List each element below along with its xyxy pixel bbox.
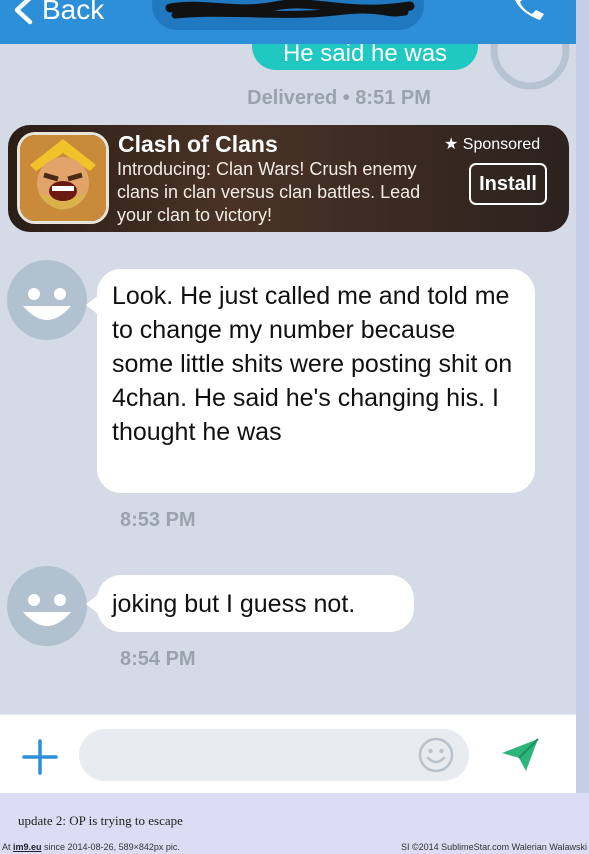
redaction-scribble <box>165 0 415 19</box>
clash-of-clans-icon <box>17 132 109 224</box>
avatar-icon <box>490 44 570 90</box>
footer-bar: At im9.eu since 2014-08-26, 589×842px pi… <box>0 842 589 854</box>
back-label: Back <box>42 0 105 25</box>
back-button[interactable]: Back <box>12 0 104 30</box>
plus-icon[interactable] <box>22 739 58 775</box>
avatar-icon <box>7 566 87 646</box>
site-link[interactable]: im9.eu <box>13 842 42 852</box>
top-nav-bar: Back <box>0 0 576 44</box>
smiley-icon[interactable] <box>418 737 454 773</box>
bubble-tail <box>86 294 100 316</box>
sponsored-ad-banner[interactable]: Clash of Clans Introducing: Clan Wars! C… <box>8 125 569 232</box>
received-message-text: joking but I guess not. <box>112 590 356 618</box>
received-message-bubble: Look. He just called me and told me to c… <box>97 269 535 493</box>
caption-text: update 2: OP is trying to escape <box>18 813 183 828</box>
ad-description: Introducing: Clan Wars! Crush enemy clan… <box>117 159 421 225</box>
footer-right: SI ©2014 SublimeStar.com Walerian Walaws… <box>400 842 587 852</box>
sent-message-text: He said he was <box>282 44 448 67</box>
message-composer <box>0 714 576 794</box>
phone-icon[interactable] <box>508 0 548 24</box>
bubble-tail <box>86 593 100 615</box>
send-icon[interactable] <box>500 737 540 773</box>
screenshot-edge <box>576 0 589 793</box>
caption-area: update 2: OP is trying to escape <box>0 793 589 843</box>
ad-title: Clash of Clans <box>118 131 278 157</box>
footer-left: At im9.eu since 2014-08-26, 589×842px pi… <box>2 842 180 852</box>
message-time: 8:54 PM <box>120 648 196 670</box>
avatar-icon <box>7 260 87 340</box>
delivered-status: Delivered • 8:51 PM <box>247 87 431 109</box>
install-button[interactable]: Install <box>469 163 547 205</box>
sponsored-label: ★ Sponsored <box>444 136 541 153</box>
chevron-left-icon <box>14 0 33 25</box>
message-input[interactable] <box>79 729 469 781</box>
received-message-text: Look. He just called me and told me to c… <box>112 282 513 446</box>
received-message-bubble: joking but I guess not. <box>97 575 414 632</box>
chat-area[interactable]: He said he was Delivered • 8:51 PM Clash… <box>0 44 576 714</box>
message-time: 8:53 PM <box>120 509 196 531</box>
sent-message-bubble: He said he was <box>252 44 478 70</box>
